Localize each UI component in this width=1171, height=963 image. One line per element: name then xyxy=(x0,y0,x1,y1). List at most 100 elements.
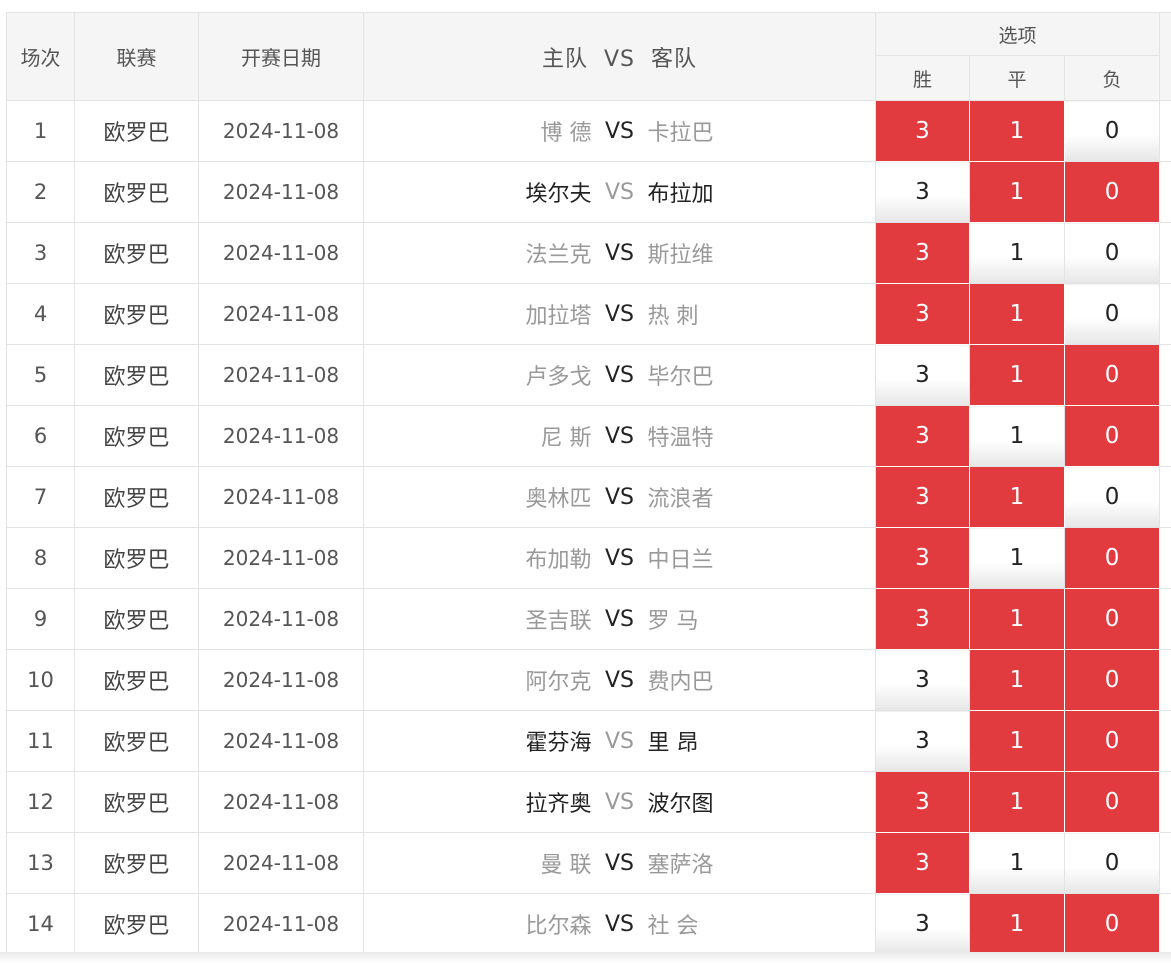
match-no: 8 xyxy=(6,527,75,589)
option-win-button[interactable]: 3 xyxy=(875,405,970,467)
option-draw-button[interactable]: 1 xyxy=(969,527,1065,589)
league-name: 欧罗巴 xyxy=(74,771,199,833)
home-team: 加拉塔 xyxy=(525,304,592,329)
option-win-button[interactable]: 3 xyxy=(875,832,970,894)
match-table: 场次 联赛 开赛日期 主队 VS 客队 选项 胜 平 负 1 欧罗巴 2024-11… xyxy=(6,12,1171,954)
match-no: 6 xyxy=(6,405,75,467)
match-date: 2024-11-08 xyxy=(198,222,364,284)
match-teams: 霍芬海 VS 里 昂 xyxy=(363,710,876,772)
table-row: 7 欧罗巴 2024-11-08 奥林匹 VS 流浪者 3 1 0 xyxy=(6,466,1171,528)
option-loss-button[interactable]: 0 xyxy=(1063,893,1161,954)
option-draw-button[interactable]: 1 xyxy=(969,588,1065,650)
option-loss-button[interactable]: 0 xyxy=(1063,710,1161,772)
match-date: 2024-11-08 xyxy=(198,283,364,345)
vs-label: VS xyxy=(604,728,634,754)
option-win-button[interactable]: 3 xyxy=(875,893,970,954)
option-draw-button[interactable]: 1 xyxy=(969,710,1065,772)
match-teams: 比尔森 VS 社 会 xyxy=(363,893,876,954)
vs-label: VS xyxy=(604,850,634,876)
home-team: 曼 联 xyxy=(540,853,592,878)
option-loss-button[interactable]: 0 xyxy=(1063,771,1161,833)
match-teams: 博 德 VS 卡拉巴 xyxy=(363,100,876,162)
vs-label: VS xyxy=(604,484,634,510)
option-draw-button[interactable]: 1 xyxy=(969,466,1065,528)
table-row: 3 欧罗巴 2024-11-08 法兰克 VS 斯拉维 3 1 0 xyxy=(6,222,1171,284)
row-spacer xyxy=(1159,283,1171,345)
option-win-button[interactable]: 3 xyxy=(875,527,970,589)
table-row: 10 欧罗巴 2024-11-08 阿尔克 VS 费内巴 3 1 0 xyxy=(6,649,1171,711)
option-draw-button[interactable]: 1 xyxy=(969,771,1065,833)
table-header: 场次 联赛 开赛日期 主队 VS 客队 选项 胜 平 负 xyxy=(6,12,1171,101)
match-date: 2024-11-08 xyxy=(198,344,364,406)
row-spacer xyxy=(1159,893,1171,954)
option-win-button[interactable]: 3 xyxy=(875,222,970,284)
match-teams: 埃尔夫 VS 布拉加 xyxy=(363,161,876,223)
option-win-button[interactable]: 3 xyxy=(875,771,970,833)
option-win-button[interactable]: 3 xyxy=(875,588,970,650)
option-win-button[interactable]: 3 xyxy=(875,649,970,711)
match-table-container: 场次 联赛 开赛日期 主队 VS 客队 选项 胜 平 负 1 欧罗巴 2024-11… xyxy=(6,12,1171,954)
league-name: 欧罗巴 xyxy=(74,832,199,894)
option-win-button[interactable]: 3 xyxy=(875,283,970,345)
vs-label: VS xyxy=(604,606,634,632)
option-loss-button[interactable]: 0 xyxy=(1063,222,1161,284)
match-no: 10 xyxy=(6,649,75,711)
option-win-button[interactable]: 3 xyxy=(875,710,970,772)
option-draw-button[interactable]: 1 xyxy=(969,222,1065,284)
option-loss-button[interactable]: 0 xyxy=(1063,527,1161,589)
option-loss-button[interactable]: 0 xyxy=(1063,100,1161,162)
league-name: 欧罗巴 xyxy=(74,893,199,954)
away-team: 里 昂 xyxy=(647,731,699,756)
away-team: 社 会 xyxy=(647,914,699,939)
table-row: 5 欧罗巴 2024-11-08 卢多戈 VS 毕尔巴 3 1 0 xyxy=(6,344,1171,406)
league-name: 欧罗巴 xyxy=(74,161,199,223)
option-loss-button[interactable]: 0 xyxy=(1063,283,1161,345)
table-row: 1 欧罗巴 2024-11-08 博 德 VS 卡拉巴 3 1 0 xyxy=(6,100,1171,162)
option-draw-button[interactable]: 1 xyxy=(969,161,1065,223)
match-date: 2024-11-08 xyxy=(198,710,364,772)
option-loss-button[interactable]: 0 xyxy=(1063,344,1161,406)
row-spacer xyxy=(1159,344,1171,406)
option-win-button[interactable]: 3 xyxy=(875,466,970,528)
option-draw-button[interactable]: 1 xyxy=(969,893,1065,954)
home-team: 卢多戈 xyxy=(525,365,592,390)
option-draw-button[interactable]: 1 xyxy=(969,283,1065,345)
home-team: 法兰克 xyxy=(525,243,592,268)
league-name: 欧罗巴 xyxy=(74,527,199,589)
option-draw-button[interactable]: 1 xyxy=(969,344,1065,406)
match-teams: 尼 斯 VS 特温特 xyxy=(363,405,876,467)
option-draw-button[interactable]: 1 xyxy=(969,649,1065,711)
option-loss-button[interactable]: 0 xyxy=(1063,161,1161,223)
option-win-button[interactable]: 3 xyxy=(875,100,970,162)
option-draw-button[interactable]: 1 xyxy=(969,405,1065,467)
away-team: 布拉加 xyxy=(647,182,714,207)
option-loss-button[interactable]: 0 xyxy=(1063,588,1161,650)
option-win-button[interactable]: 3 xyxy=(875,344,970,406)
match-date: 2024-11-08 xyxy=(198,405,364,467)
match-date: 2024-11-08 xyxy=(198,893,364,954)
away-team: 流浪者 xyxy=(647,487,714,512)
match-date: 2024-11-08 xyxy=(198,832,364,894)
match-date: 2024-11-08 xyxy=(198,771,364,833)
header-league: 联赛 xyxy=(74,12,199,101)
row-spacer xyxy=(1159,710,1171,772)
match-teams: 阿尔克 VS 费内巴 xyxy=(363,649,876,711)
row-spacer xyxy=(1159,527,1171,589)
away-team: 费内巴 xyxy=(647,670,714,695)
option-draw-button[interactable]: 1 xyxy=(969,100,1065,162)
away-team: 波尔图 xyxy=(647,792,714,817)
away-team: 卡拉巴 xyxy=(647,121,714,146)
option-win-button[interactable]: 3 xyxy=(875,161,970,223)
match-teams: 圣吉联 VS 罗 马 xyxy=(363,588,876,650)
match-no: 11 xyxy=(6,710,75,772)
league-name: 欧罗巴 xyxy=(74,344,199,406)
option-loss-button[interactable]: 0 xyxy=(1063,649,1161,711)
option-loss-button[interactable]: 0 xyxy=(1063,832,1161,894)
option-loss-button[interactable]: 0 xyxy=(1063,466,1161,528)
option-draw-button[interactable]: 1 xyxy=(969,832,1065,894)
match-date: 2024-11-08 xyxy=(198,527,364,589)
match-no: 14 xyxy=(6,893,75,954)
vs-label: VS xyxy=(604,545,634,571)
option-loss-button[interactable]: 0 xyxy=(1063,405,1161,467)
home-team: 比尔森 xyxy=(525,914,592,939)
